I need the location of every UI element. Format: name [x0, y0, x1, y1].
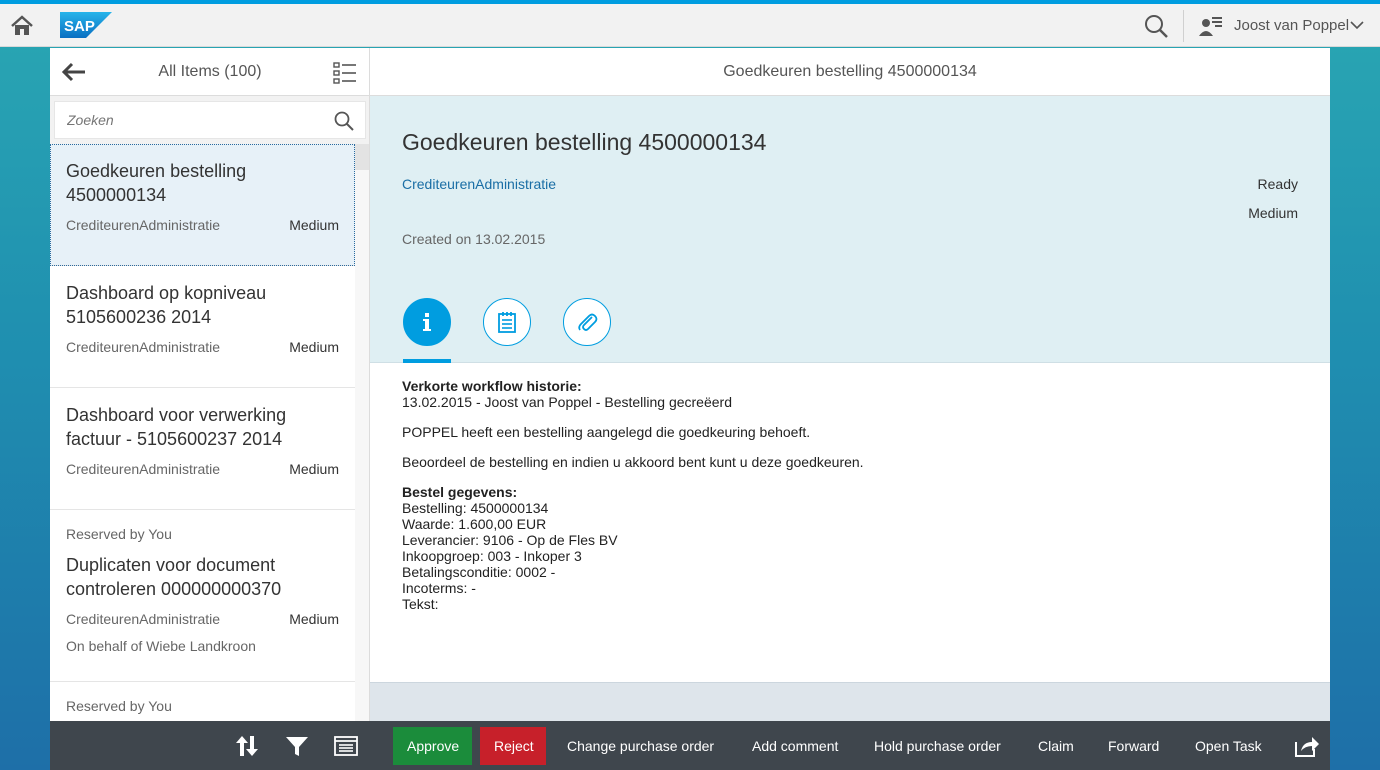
master-header: All Items (100) — [50, 48, 369, 96]
detail-header-title: Goedkeuren bestelling 4500000134 — [370, 48, 1330, 96]
sap-logo[interactable]: SAP — [60, 12, 112, 38]
order-line: Leverancier: 9106 - Op de Fles BV — [402, 532, 618, 548]
order-line: Bestelling: 4500000134 — [402, 500, 549, 516]
object-priority: Medium — [1248, 205, 1298, 221]
share-icon[interactable] — [1294, 734, 1320, 758]
list-item-reserved: Reserved by You — [66, 526, 172, 542]
approve-button[interactable]: Approve — [393, 727, 472, 765]
list-item-title: Dashboard voor verwerking factuur - 5105… — [66, 405, 287, 449]
list-item[interactable]: Dashboard voor verwerking factuur - 5105… — [50, 388, 355, 510]
description-paragraph: POPPEL heeft een bestelling aangelegd di… — [402, 424, 811, 440]
list-item[interactable]: Reserved by You Duplicaten voor document… — [50, 510, 355, 682]
list-item-priority: Medium — [289, 611, 339, 627]
order-line: Betalingsconditie: 0002 - — [402, 564, 556, 580]
hold-purchase-order-button[interactable]: Hold purchase order — [860, 727, 1015, 765]
detail-pane: Goedkeuren bestelling 4500000134 Goedkeu… — [370, 48, 1330, 721]
list-item-reserved: Reserved by You — [66, 698, 172, 714]
order-heading: Bestel gegevens: — [402, 484, 518, 500]
master-title: All Items (100) — [158, 63, 262, 80]
object-link[interactable]: CrediteurenAdministratie — [402, 176, 556, 192]
user-icon[interactable] — [1198, 14, 1226, 38]
list-item-on-behalf: On behalf of Wiebe Landkroon — [66, 638, 256, 654]
search-box — [54, 101, 366, 139]
list-item-subtitle: CrediteurenAdministratie — [66, 217, 221, 233]
list-item-subtitle: CrediteurenAdministratie — [66, 339, 221, 355]
list-item-priority: Medium — [289, 339, 339, 355]
add-comment-button[interactable]: Add comment — [738, 727, 852, 765]
task-list: Goedkeuren bestelling 4500000134 Credite… — [50, 144, 355, 721]
paperclip-icon — [578, 313, 598, 331]
order-line: Inkoopgroep: 003 - Inkoper 3 — [402, 548, 582, 564]
list-item[interactable]: Goedkeuren bestelling 4500000134 Credite… — [50, 144, 355, 266]
info-icon — [423, 313, 431, 331]
home-icon[interactable] — [8, 12, 36, 40]
scrollbar-track[interactable] — [355, 144, 369, 721]
user-name[interactable]: Joost van Poppel — [1234, 17, 1349, 34]
scrollbar-thumb[interactable] — [355, 144, 369, 170]
tab-notes[interactable] — [483, 298, 531, 346]
shell-separator — [1183, 10, 1184, 42]
filter-icon[interactable] — [284, 734, 310, 758]
object-title: Goedkeuren bestelling 4500000134 — [402, 129, 767, 155]
claim-button[interactable]: Claim — [1024, 727, 1088, 765]
chevron-down-icon[interactable] — [1349, 18, 1365, 32]
search-input[interactable] — [67, 102, 327, 138]
list-select-icon[interactable] — [332, 60, 358, 86]
order-line: Incoterms: - — [402, 580, 476, 596]
forward-button[interactable]: Forward — [1094, 727, 1173, 765]
tab-attachments[interactable] — [563, 298, 611, 346]
group-icon[interactable] — [333, 734, 359, 758]
master-list-pane: All Items (100) Goedkeuren — [50, 48, 370, 721]
change-purchase-order-button[interactable]: Change purchase order — [553, 727, 728, 765]
search-icon[interactable] — [333, 110, 355, 132]
list-item-subtitle: CrediteurenAdministratie — [66, 461, 221, 477]
open-task-button[interactable]: Open Task — [1181, 727, 1276, 765]
shell-bar: SAP Joost van Poppel — [0, 4, 1380, 47]
description-paragraph: Beoordeel de bestelling en indien u akko… — [402, 454, 864, 470]
reject-button[interactable]: Reject — [480, 727, 546, 765]
list-item-priority: Medium — [289, 461, 339, 477]
sort-icon[interactable] — [234, 734, 260, 758]
order-line: Waarde: 1.600,00 EUR — [402, 516, 547, 532]
list-item[interactable]: Dashboard op kopniveau 5105600236 2014 C… — [50, 266, 355, 388]
task-description: Verkorte workflow historie: 13.02.2015 -… — [402, 378, 1302, 612]
object-status: Ready — [1257, 176, 1298, 192]
history-line: 13.02.2015 - Joost van Poppel - Bestelli… — [402, 394, 732, 410]
tab-selected-indicator — [403, 359, 451, 363]
list-item-title: Dashboard op kopniveau 5105600236 2014 — [66, 283, 267, 327]
list-item-title: Goedkeuren bestelling 4500000134 — [66, 161, 247, 205]
list-item-subtitle: CrediteurenAdministratie — [66, 611, 221, 627]
object-created-date: Created on 13.02.2015 — [402, 231, 546, 247]
history-heading: Verkorte workflow historie: — [402, 378, 582, 394]
order-line: Tekst: — [402, 596, 439, 612]
footer-toolbar: Approve Reject Change purchase order Add… — [50, 721, 1330, 770]
tab-info[interactable] — [403, 298, 451, 346]
detail-footer-band — [370, 682, 1330, 721]
shell-search-icon[interactable] — [1143, 13, 1169, 39]
notes-icon — [498, 312, 516, 333]
list-item-priority: Medium — [289, 217, 339, 233]
list-item[interactable]: Reserved by You — [50, 682, 355, 721]
svg-text:SAP: SAP — [64, 18, 95, 35]
search-bar — [50, 96, 369, 144]
list-item-title: Duplicaten voor document controleren 000… — [66, 555, 282, 599]
